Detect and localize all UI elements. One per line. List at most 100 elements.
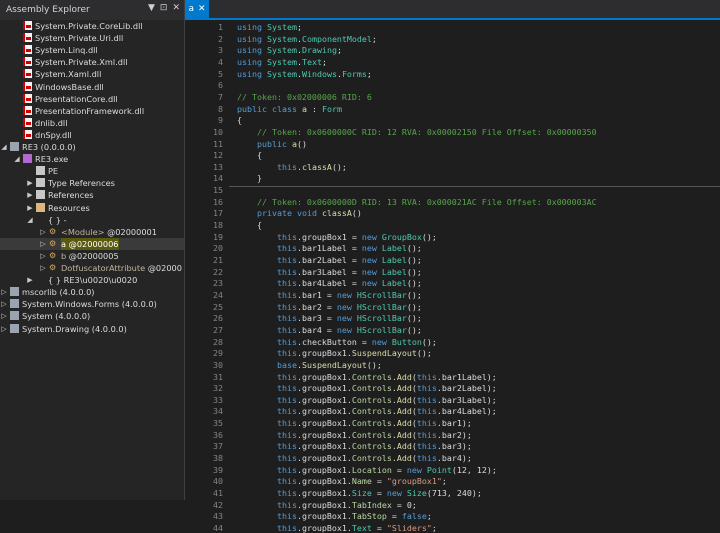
tree-item[interactable]: System.Private.CoreLib.dll: [0, 20, 184, 32]
code-editor[interactable]: 1 using System; 2 using System.ComponentMod…: [185, 20, 720, 533]
assembly-icon: [10, 311, 19, 321]
expander-icon[interactable]: ▶: [26, 189, 34, 201]
code-line[interactable]: this.groupBox1.Controls.Add(this.bar1Lab…: [237, 372, 497, 382]
code-line[interactable]: this.groupBox1.Controls.Add(this.bar4Lab…: [237, 406, 497, 416]
code-line[interactable]: this.groupBox1 = new GroupBox();: [237, 232, 437, 242]
tree-item[interactable]: ▶ { } RE3\u0020\u0020: [0, 274, 184, 286]
code-line[interactable]: using System;: [237, 22, 302, 32]
code-line[interactable]: this.bar4 = new HScrollBar();: [237, 325, 422, 335]
expander-icon[interactable]: ◢: [13, 153, 21, 165]
expander-icon[interactable]: ▷: [39, 226, 47, 238]
tree-item[interactable]: ▶ Resources: [0, 202, 184, 214]
tree-item[interactable]: ▷ ⚙ <Module> @02000001: [0, 226, 184, 238]
expander-icon[interactable]: ▷: [0, 323, 8, 335]
code-line[interactable]: // Token: 0x0600000D RID: 13 RVA: 0x0000…: [237, 197, 597, 207]
code-line[interactable]: this.groupBox1.TabIndex = 0;: [237, 500, 417, 510]
code-line[interactable]: this.groupBox1.Name = "groupBox1";: [237, 476, 447, 486]
code-line[interactable]: this.groupBox1.Text = "Sliders";: [237, 523, 437, 533]
tree-item[interactable]: System.Linq.dll: [0, 44, 184, 56]
tree-item[interactable]: PresentationCore.dll: [0, 93, 184, 105]
expander-icon[interactable]: ◢: [0, 141, 8, 153]
line-number: 44: [213, 522, 223, 533]
expander-icon[interactable]: ▶: [26, 177, 34, 189]
code-line[interactable]: this.bar1 = new HScrollBar();: [237, 290, 422, 300]
tree-item[interactable]: System.Private.Uri.dll: [0, 32, 184, 44]
expander-icon[interactable]: ▷: [0, 286, 8, 298]
expander-icon[interactable]: ▶: [26, 202, 34, 214]
code-line[interactable]: this.groupBox1.Controls.Add(this.bar3Lab…: [237, 395, 497, 405]
code-line[interactable]: private void classA(): [237, 208, 362, 218]
tree-item[interactable]: ▷ ⚙ a @02000006: [0, 237, 184, 250]
code-line[interactable]: this.groupBox1.Controls.Add(this.bar2Lab…: [237, 383, 497, 393]
tree-item[interactable]: ▷ ⚙ DotfuscatorAttribute @02000: [0, 262, 184, 274]
dropdown-icon[interactable]: ▼: [148, 3, 155, 13]
code-line[interactable]: this.groupBox1.Controls.Add(this.bar1);: [237, 418, 472, 428]
code-line[interactable]: this.groupBox1.TabStop = false;: [237, 511, 432, 521]
code-line[interactable]: using System.Text;: [237, 57, 327, 67]
tree-item[interactable]: System.Xaml.dll: [0, 68, 184, 80]
tree-item[interactable]: System.Private.Xml.dll: [0, 56, 184, 68]
line-number: 20: [213, 243, 223, 254]
expander-icon[interactable]: ▷: [39, 262, 47, 274]
tree-item[interactable]: ▶ Type References: [0, 177, 184, 189]
code-line[interactable]: this.groupBox1.Size = new Size(713, 240)…: [237, 488, 482, 498]
expander-icon[interactable]: ▷: [39, 238, 47, 250]
code-line[interactable]: public a(): [237, 139, 307, 149]
code-line[interactable]: this.groupBox1.Location = new Point(12, …: [237, 465, 497, 475]
tree-item[interactable]: ◢ { } -: [0, 214, 184, 226]
expander-icon[interactable]: ▷: [39, 250, 47, 262]
code-line[interactable]: this.bar3Label = new Label();: [237, 267, 422, 277]
code-line[interactable]: this.classA();: [237, 162, 347, 172]
code-line[interactable]: using System.Drawing;: [237, 45, 342, 55]
tree-item[interactable]: ▷ ⚙ b @02000005: [0, 250, 184, 262]
line-number: 4: [218, 56, 223, 67]
code-line[interactable]: this.bar1Label = new Label();: [237, 243, 422, 253]
code-line[interactable]: using System.ComponentModel;: [237, 34, 377, 44]
tree-item[interactable]: ▷ System.Windows.Forms (4.0.0.0): [0, 298, 184, 310]
code-line[interactable]: this.groupBox1.Controls.Add(this.bar3);: [237, 441, 472, 451]
tree-item[interactable]: ◢ RE3 (0.0.0.0): [0, 141, 184, 153]
tree-item-label: PresentationCore.dll: [35, 93, 118, 104]
expander-icon[interactable]: ▷: [0, 310, 8, 322]
expander-icon[interactable]: ▷: [0, 298, 8, 310]
code-line[interactable]: {: [237, 220, 262, 230]
tree-item[interactable]: ◢ RE3.exe: [0, 153, 184, 165]
code-line[interactable]: {: [237, 150, 262, 160]
pin-icon[interactable]: ⊡: [160, 3, 168, 13]
tree-item[interactable]: ▷ System (4.0.0.0): [0, 310, 184, 322]
tree-item[interactable]: dnlib.dll: [0, 117, 184, 129]
dll-icon: [23, 105, 32, 115]
tree-item[interactable]: dnSpy.dll: [0, 129, 184, 141]
code-line[interactable]: this.groupBox1.Controls.Add(this.bar4);: [237, 453, 472, 463]
code-line[interactable]: }: [237, 173, 262, 183]
tab-close-icon[interactable]: ✕: [198, 4, 206, 14]
tree-item-label: System.Drawing (4.0.0.0): [22, 323, 127, 334]
tree-item[interactable]: PresentationFramework.dll: [0, 105, 184, 117]
code-line[interactable]: this.bar2Label = new Label();: [237, 255, 422, 265]
tree-item[interactable]: WindowsBase.dll: [0, 81, 184, 93]
code-line[interactable]: this.checkButton = new Button();: [237, 337, 437, 347]
code-line[interactable]: // Token: 0x0600000C RID: 12 RVA: 0x0000…: [237, 127, 597, 137]
code-line[interactable]: this.bar4Label = new Label();: [237, 278, 422, 288]
code-line[interactable]: using System.Windows.Forms;: [237, 69, 372, 79]
tree-item-label: Resources: [48, 202, 90, 213]
expander-icon[interactable]: ◢: [26, 214, 34, 226]
code-line[interactable]: this.bar2 = new HScrollBar();: [237, 302, 422, 312]
code-line[interactable]: public class a : Form: [237, 104, 342, 114]
tree-item[interactable]: ▶ References: [0, 189, 184, 201]
line-number: 13: [213, 161, 223, 172]
tree-item[interactable]: ▷ mscorlib (4.0.0.0): [0, 286, 184, 298]
tab-a[interactable]: a ✕: [185, 0, 209, 18]
code-line[interactable]: // Token: 0x02000006 RID: 6: [237, 92, 372, 102]
code-line[interactable]: {: [237, 115, 242, 125]
tree-item[interactable]: PE: [0, 165, 184, 177]
code-line[interactable]: base.SuspendLayout();: [237, 360, 382, 370]
close-icon[interactable]: ✕: [172, 3, 180, 13]
code-line[interactable]: this.groupBox1.SuspendLayout();: [237, 348, 432, 358]
line-number: 43: [213, 511, 223, 522]
tree-item[interactable]: ▷ System.Drawing (4.0.0.0): [0, 323, 184, 335]
line-number: 24: [213, 289, 223, 300]
code-line[interactable]: this.groupBox1.Controls.Add(this.bar2);: [237, 430, 472, 440]
code-line[interactable]: this.bar3 = new HScrollBar();: [237, 313, 422, 323]
expander-icon[interactable]: ▶: [26, 274, 34, 286]
